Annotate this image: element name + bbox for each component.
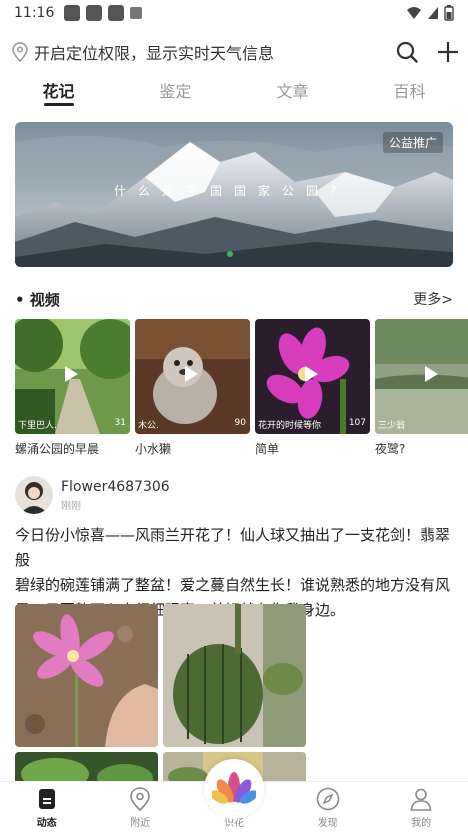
- cactus-photo: [163, 604, 306, 747]
- tab-wenzhang[interactable]: 文章: [234, 74, 351, 108]
- video-overlay: 三少翁: [378, 418, 468, 431]
- play-icon: [185, 366, 198, 382]
- compass-icon: [316, 787, 339, 811]
- video-title: 夜鹭?: [375, 442, 406, 456]
- video-card[interactable]: 木公. 90 小水獭: [135, 319, 250, 459]
- video-overlay: 木公. 90: [138, 418, 246, 431]
- notification-icon: [108, 5, 125, 21]
- more-videos-link[interactable]: 更多>: [413, 289, 453, 309]
- app-screen: 11:16 开启定位权限，显示实时天气信息 花记 鉴定 文章 百科 公益推广 什…: [0, 0, 468, 833]
- video-section-title: • 视频: [15, 290, 60, 309]
- status-bar: 11:16: [0, 0, 468, 26]
- video-author: 下里巴人.: [18, 421, 57, 431]
- tab-jianding[interactable]: 鉴定: [117, 74, 234, 108]
- post-time: 刚刚: [61, 500, 81, 512]
- play-icon: [65, 366, 78, 382]
- video-view-count: 107: [348, 418, 366, 428]
- post-username[interactable]: Flower4687306: [61, 479, 170, 495]
- notification-icon: [86, 5, 103, 21]
- add-icon[interactable]: [436, 40, 460, 64]
- video-card[interactable]: 三少翁 夜鹭?: [375, 319, 468, 459]
- notification-icon: [64, 5, 81, 21]
- tab-huaji[interactable]: 花记: [0, 74, 117, 108]
- identify-flower-button[interactable]: [204, 759, 264, 819]
- nav-nearby[interactable]: 附近: [94, 782, 188, 833]
- video-card[interactable]: 下里巴人. 31 螺涌公园的早晨: [15, 319, 130, 459]
- rain-lily-photo: [15, 604, 158, 747]
- lotus-icon: [212, 772, 256, 804]
- video-view-count: 31: [114, 418, 126, 428]
- promo-banner[interactable]: 公益推广 什么是中国国家公园？: [15, 122, 453, 267]
- video-view-count: 90: [234, 418, 246, 428]
- tab-baike[interactable]: 百科: [351, 74, 468, 108]
- feed-icon: [38, 789, 55, 809]
- play-icon: [425, 366, 438, 382]
- video-title: 小水獭: [135, 442, 172, 456]
- location-bar[interactable]: 开启定位权限，显示实时天气信息: [10, 36, 460, 68]
- nav-feed-label: 动态: [36, 818, 57, 829]
- video-thumbnail[interactable]: 木公. 90: [135, 319, 250, 434]
- video-title: 简单: [255, 442, 280, 456]
- nav-discover[interactable]: 发现: [281, 782, 375, 833]
- video-thumbnail[interactable]: 花开的时候等你 107: [255, 319, 370, 434]
- nav-profile-label: 我的: [411, 818, 432, 829]
- location-permission-text[interactable]: 开启定位权限，显示实时天气信息: [34, 40, 274, 64]
- post-photo[interactable]: [163, 604, 306, 747]
- search-icon[interactable]: [396, 41, 418, 63]
- nav-profile[interactable]: 我的: [374, 782, 468, 833]
- play-icon: [305, 366, 318, 382]
- video-author: 三少翁: [378, 421, 406, 431]
- promo-badge: 公益推广: [382, 132, 443, 153]
- location-pin-icon: [130, 787, 151, 812]
- post-text-line: 碧绿的碗莲铺满了整盆！爱之蔓自然生长！谁说熟悉的地方没有风: [15, 576, 451, 594]
- post-text-line: 今日份小惊喜——风雨兰开花了！仙人球又抽出了一支花剑！翡翠般: [15, 526, 451, 569]
- video-author: 木公.: [138, 421, 159, 431]
- avatar-image: [15, 476, 53, 514]
- avatar[interactable]: [15, 476, 53, 514]
- notification-icon: [130, 7, 143, 19]
- video-section-header: • 视频 更多>: [15, 288, 453, 310]
- video-overlay: 花开的时候等你 107: [258, 418, 366, 431]
- post-photo[interactable]: [15, 604, 158, 747]
- status-time: 11:16: [14, 5, 55, 21]
- nav-feed[interactable]: 动态: [0, 782, 94, 833]
- nav-discover-label: 发现: [317, 818, 338, 829]
- top-tabs: 花记 鉴定 文章 百科: [0, 74, 468, 108]
- heron-thumbnail-image: [375, 319, 468, 434]
- post-author[interactable]: Flower4687306 刚刚: [15, 475, 455, 515]
- video-list: 下里巴人. 31 螺涌公园的早晨 木公. 90 小水獭 花开的时候等你 107 …: [15, 319, 468, 459]
- video-thumbnail[interactable]: 下里巴人. 31: [15, 319, 130, 434]
- video-card[interactable]: 花开的时候等你 107 简单: [255, 319, 370, 459]
- location-pin-icon: [12, 42, 28, 63]
- wifi-icon: [407, 7, 421, 19]
- video-overlay: 下里巴人. 31: [18, 418, 126, 431]
- video-author: 花开的时候等你: [258, 421, 322, 431]
- video-thumbnail[interactable]: 三少翁: [375, 319, 468, 434]
- carousel-indicator: [227, 251, 233, 257]
- signal-icon: [428, 7, 438, 19]
- video-title: 螺涌公园的早晨: [15, 442, 100, 456]
- battery-icon: [444, 5, 454, 21]
- banner-caption: 什么是中国国家公园？: [113, 184, 354, 198]
- person-icon: [410, 788, 432, 811]
- nav-nearby-label: 附近: [130, 818, 151, 829]
